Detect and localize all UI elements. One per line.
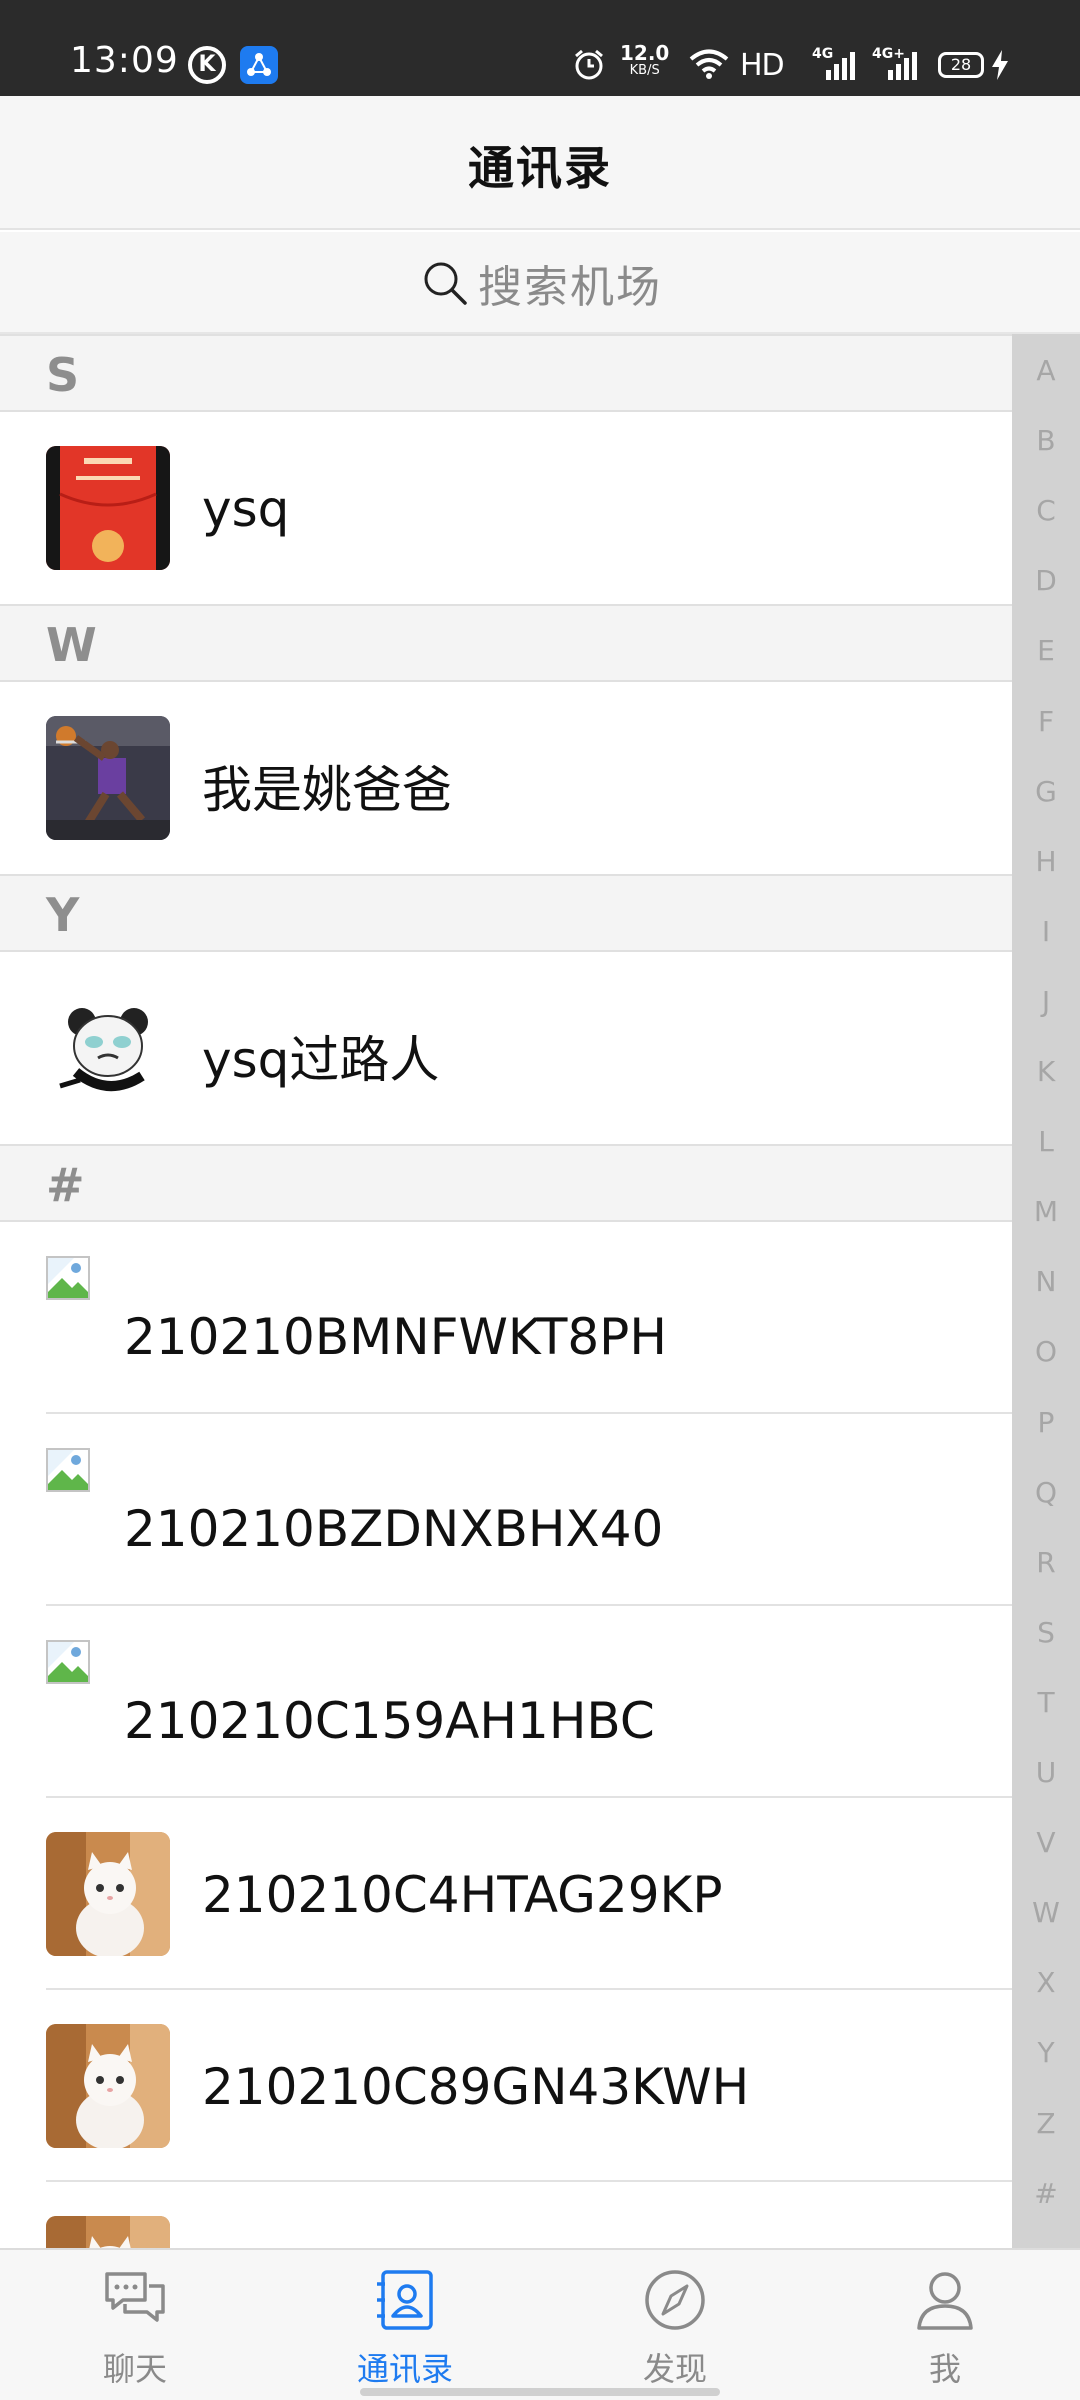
index-letter[interactable]: Q [1012, 1476, 1080, 1509]
contact-row[interactable]: 我是姚爸爸 [0, 682, 1012, 874]
index-letter[interactable]: K [1012, 1055, 1080, 1088]
contact-row[interactable]: 210210C159AH1HBC [0, 1606, 1012, 1798]
bottom-nav: 聊天 通讯录 发现 我 [0, 2248, 1080, 2400]
index-letter[interactable]: W [1012, 1896, 1080, 1929]
alarm-icon [572, 48, 606, 86]
index-letter[interactable]: D [1012, 564, 1080, 597]
index-letter[interactable]: X [1012, 1966, 1080, 1999]
search-icon [424, 262, 467, 305]
index-letter[interactable]: S [1012, 1616, 1080, 1649]
search-bar[interactable]: 搜索机场 [0, 232, 1080, 334]
status-time: 13:09 [70, 40, 179, 81]
index-letter[interactable]: H [1012, 845, 1080, 878]
page-title: 通讯录 [468, 141, 612, 195]
contact-name: 210210C159AH1HBC [124, 1692, 655, 1750]
index-letter[interactable]: A [1012, 354, 1080, 387]
index-letter[interactable]: M [1012, 1195, 1080, 1228]
contact-row[interactable]: ysq [0, 412, 1012, 604]
section-header-w: W [0, 604, 1012, 682]
index-letter[interactable]: F [1012, 705, 1080, 738]
signal-icon-1 [820, 50, 856, 86]
index-letter[interactable]: I [1012, 915, 1080, 948]
wifi-icon [688, 48, 730, 84]
nav-label: 发现 [642, 2350, 707, 2388]
section-header-hash: # [0, 1144, 1012, 1222]
contact-row[interactable]: 210210BMNFWKT8PH [0, 1222, 1012, 1414]
contact-row[interactable]: 210210C89GN43KWH [0, 1990, 1012, 2182]
section-letter: Y [46, 888, 80, 942]
contact-row[interactable]: 210210C4HTAG29KP [0, 1798, 1012, 1990]
person-icon [917, 2272, 973, 2330]
contact-name: ysq [202, 480, 290, 538]
broken-image-icon [46, 1256, 90, 1300]
k-app-icon: K [188, 46, 226, 84]
contact-name: 我是姚爸爸 [202, 761, 452, 819]
chat-icon [105, 2272, 165, 2322]
compass-icon [645, 2270, 705, 2330]
section-letter: W [46, 618, 97, 672]
section-letter: # [46, 1158, 85, 1212]
contact-row[interactable]: 210210BZDNXBHX40 [0, 1414, 1012, 1606]
search-input[interactable]: 搜索机场 [420, 252, 662, 314]
search-placeholder: 搜索机场 [478, 262, 662, 313]
section-header-s: S [0, 334, 1012, 412]
index-letter[interactable]: O [1012, 1335, 1080, 1368]
index-letter[interactable]: E [1012, 634, 1080, 667]
nav-label: 通讯录 [356, 2350, 453, 2388]
home-indicator[interactable] [360, 2388, 720, 2396]
nav-label: 我 [928, 2350, 961, 2388]
basketball-dunk-avatar [46, 716, 170, 840]
index-letter[interactable]: L [1012, 1125, 1080, 1158]
index-letter[interactable]: V [1012, 1826, 1080, 1859]
hd-indicator: HD [740, 48, 785, 83]
index-letter[interactable]: # [1012, 2177, 1080, 2210]
index-letter[interactable]: C [1012, 494, 1080, 527]
red-envelope-avatar [46, 446, 170, 570]
index-letter[interactable]: G [1012, 775, 1080, 808]
signal-icon-2 [882, 50, 918, 86]
nav-item-me[interactable]: 我 [810, 2250, 1080, 2400]
nav-item-contacts[interactable]: 通讯录 [270, 2250, 540, 2400]
status-bar: 13:09 K 12.0 KB/S HD 4G 4G+ 28 [0, 0, 1080, 96]
contact-row[interactable]: ysq过路人 [0, 952, 1012, 1144]
charging-icon [990, 50, 1010, 84]
panda-meme-avatar [46, 986, 170, 1110]
white-cat-avatar [46, 2024, 170, 2148]
index-letter[interactable]: Z [1012, 2107, 1080, 2140]
nav-item-chat[interactable]: 聊天 [0, 2250, 270, 2400]
section-letter: S [46, 348, 80, 402]
nav-item-discover[interactable]: 发现 [540, 2250, 810, 2400]
broken-image-icon [46, 1640, 90, 1684]
index-letter[interactable]: J [1012, 985, 1080, 1018]
contact-name: 210210C4HTAG29KP [202, 1866, 723, 1924]
contacts-screen: 13:09 K 12.0 KB/S HD 4G 4G+ 28 通讯录 搜索机场 … [0, 0, 1080, 2400]
index-letter[interactable]: R [1012, 1546, 1080, 1579]
contacts-icon [377, 2270, 433, 2330]
net-speed: 12.0 KB/S [620, 43, 669, 80]
index-letter[interactable]: T [1012, 1686, 1080, 1719]
section-header-y: Y [0, 874, 1012, 952]
header: 通讯录 [0, 96, 1080, 230]
index-letter[interactable]: B [1012, 424, 1080, 457]
nav-label: 聊天 [102, 2350, 167, 2388]
share-app-icon [240, 46, 278, 84]
index-letter[interactable]: P [1012, 1406, 1080, 1439]
alphabet-index-bar[interactable]: A B C D E F G H I J K L M N O P Q R S T U V W X Y Z # [1012, 334, 1080, 2248]
index-letter[interactable]: Y [1012, 2036, 1080, 2069]
index-letter[interactable]: N [1012, 1265, 1080, 1298]
broken-image-icon [46, 1448, 90, 1492]
contact-name: ysq过路人 [202, 1031, 440, 1089]
contact-name: 210210C89GN43KWH [202, 2058, 750, 2116]
white-cat-avatar [46, 1832, 170, 1956]
contact-name: 210210BMNFWKT8PH [124, 1308, 667, 1366]
battery-icon: 28 [938, 52, 984, 78]
index-letter[interactable]: U [1012, 1756, 1080, 1789]
contact-name: 210210BZDNXBHX40 [124, 1500, 664, 1558]
